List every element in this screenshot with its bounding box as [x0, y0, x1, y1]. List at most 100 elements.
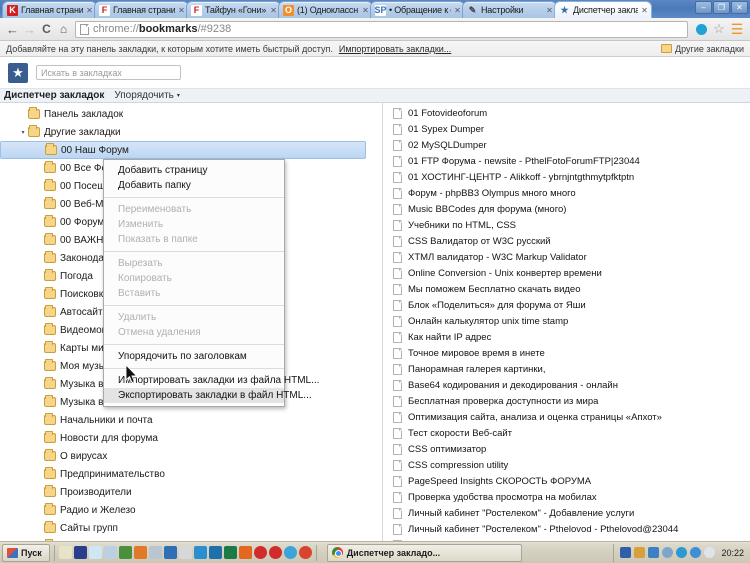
browser-tab-1[interactable]: KГлавная страни…✕: [2, 1, 97, 18]
bookmark-list-item[interactable]: Форум - phpBB3 Olympus много много: [383, 185, 750, 201]
menu-item[interactable]: Упорядочить по заголовкам: [104, 349, 284, 364]
explorer-icon[interactable]: [73, 546, 87, 559]
tab-close-icon[interactable]: ✕: [545, 6, 554, 15]
folder-tree-item[interactable]: 00 Наш Форум: [0, 141, 366, 159]
bookmark-list-item[interactable]: Бесплатная проверка доступности из мира: [383, 393, 750, 409]
bookmark-list-item[interactable]: Music BBCodes для форума (много): [383, 201, 750, 217]
bookmark-list-item[interactable]: 01 ХОСТИНГ-ЦЕНТР - Alikkoff - ybrnjntgth…: [383, 169, 750, 185]
bookmark-list-item[interactable]: CSS compression utility: [383, 457, 750, 473]
pencil-icon[interactable]: [133, 546, 147, 559]
forward-icon[interactable]: →: [21, 20, 38, 39]
chevron-down-icon[interactable]: ▾: [18, 129, 28, 136]
bookmark-list-item[interactable]: Личный кабинет "Ростелеком" - Добавление…: [383, 505, 750, 521]
browser-tab-4[interactable]: O(1) Одноклассн…✕: [278, 1, 373, 18]
bookmark-list[interactable]: 01 Fotovideoforum 01 Sypex Dumper 02 MySQL…: [383, 103, 750, 541]
browser-tab-3[interactable]: F Тайфун «Гони» ✕: [186, 1, 281, 18]
address-bar[interactable]: chrome://bookmarks/#9238: [75, 20, 688, 38]
taskbar-separator-2: [315, 544, 317, 561]
tab-close-icon[interactable]: ✕: [85, 6, 94, 15]
ie-icon[interactable]: [88, 546, 102, 559]
folder-tree-item[interactable]: Предпринимательство: [0, 465, 382, 483]
browser-tab-2[interactable]: FГлавная страни…✕: [94, 1, 189, 18]
folder-tree-item[interactable]: Сайты групп: [0, 519, 382, 537]
tab-close-icon[interactable]: ✕: [453, 6, 462, 15]
search-input[interactable]: Искать в закладках: [36, 65, 181, 80]
media-icon[interactable]: [163, 546, 177, 559]
opera-icon[interactable]: [253, 546, 267, 559]
sync-icon[interactable]: [676, 547, 688, 558]
other-bookmarks-button[interactable]: Другие закладки: [661, 44, 744, 54]
bookmark-list-item[interactable]: Online Conversion - Unix конвертер време…: [383, 265, 750, 281]
bookmark-list-item[interactable]: 02 MySQLDumper: [383, 137, 750, 153]
menu-item[interactable]: Экспортировать закладки в файл HTML...: [104, 388, 312, 403]
browser-tab-5[interactable]: SP• Обращение к с…✕: [370, 1, 465, 18]
bookmark-star-icon[interactable]: ☆: [710, 20, 728, 39]
back-icon[interactable]: ←: [4, 20, 21, 39]
globe-icon[interactable]: [193, 546, 207, 559]
bookmark-list-item[interactable]: 01 FTP Форума - newsite - PthelFotoForum…: [383, 153, 750, 169]
chrome-icon[interactable]: [298, 546, 312, 559]
bookmark-list-item[interactable]: Проверка удобства просмотра на мобилах: [383, 489, 750, 505]
home-icon[interactable]: ⌂: [55, 20, 72, 39]
chrome-menu-icon[interactable]: ☰: [728, 20, 746, 39]
quick-launch-bar[interactable]: [58, 546, 312, 559]
organize-menu-button[interactable]: Упорядочить ▾: [114, 90, 180, 101]
camera-icon[interactable]: [178, 546, 192, 559]
paint-icon[interactable]: [118, 546, 132, 559]
menu-item[interactable]: Добавить страницу: [104, 163, 284, 178]
bookmark-list-item[interactable]: ХТМЛ валидатор - W3C Markup Validator: [383, 249, 750, 265]
bookmark-list-item[interactable]: Тест скорости Веб-сайт: [383, 425, 750, 441]
bookmark-list-item[interactable]: PageSpeed Insights СКОРОСТЬ ФОРУМА: [383, 473, 750, 489]
bookmark-list-item[interactable]: Точное мировое время в инете: [383, 345, 750, 361]
bookmark-list-item[interactable]: CSS Валидатор от W3C русский: [383, 233, 750, 249]
firefox-icon[interactable]: [238, 546, 252, 559]
browser-tab-6[interactable]: ✎ Настройки ✕: [462, 1, 557, 18]
folder-tree-item[interactable]: О вирусах: [0, 447, 382, 465]
photoshop-icon[interactable]: [208, 546, 222, 559]
opera2-icon[interactable]: [268, 546, 282, 559]
reload-icon[interactable]: C: [38, 20, 55, 39]
clock-sync-icon[interactable]: [704, 547, 716, 558]
folder-tree-item[interactable]: Радио и Железо: [0, 501, 382, 519]
bookmark-list-item[interactable]: Мы поможем Бесплатно скачать видео: [383, 281, 750, 297]
folder-tree-item[interactable]: Панель закладок: [0, 105, 382, 123]
tab-close-icon[interactable]: ✕: [269, 6, 278, 15]
excel-icon[interactable]: [223, 546, 237, 559]
bookmark-list-item[interactable]: Как найти IP адрес: [383, 329, 750, 345]
bookmark-list-item[interactable]: Base64 кодирования и декодирования - онл…: [383, 377, 750, 393]
tab-close-icon[interactable]: ✕: [640, 6, 649, 15]
update-icon[interactable]: [690, 547, 702, 558]
browser-icon[interactable]: [283, 546, 297, 559]
import-bookmarks-link[interactable]: Импортировать закладки...: [339, 44, 451, 54]
folder-tree-item[interactable]: Новости для форума: [0, 429, 382, 447]
bookmark-list-item[interactable]: 01 Sypex Dumper: [383, 121, 750, 137]
taskbar-item-bookmark-manager[interactable]: Диспетчер закладо...: [326, 543, 522, 562]
bookmark-list-item[interactable]: Панорамная галерея картинки,: [383, 361, 750, 377]
notepad-icon[interactable]: [58, 546, 72, 559]
browser-tab-7[interactable]: ★ Диспетчер закла…✕: [554, 1, 652, 18]
start-button[interactable]: Пуск: [2, 543, 50, 562]
bookmark-list-item[interactable]: Оптимизация сайта, анализа и оценка стра…: [383, 409, 750, 425]
folder-tree-item[interactable]: Производители: [0, 483, 382, 501]
photo-icon[interactable]: [103, 546, 117, 559]
maximize-button[interactable]: ❐: [713, 1, 730, 14]
tab-close-icon[interactable]: ✕: [361, 6, 370, 15]
bookmark-list-item[interactable]: Личный кабинет "Ростелеком" - Pthelovod …: [383, 521, 750, 537]
tab-close-icon[interactable]: ✕: [177, 6, 186, 15]
bookmark-list-item[interactable]: Блок «Поделиться» для форума от Яши: [383, 297, 750, 313]
bookmark-list-item[interactable]: Учебники по HTML, CSS: [383, 217, 750, 233]
bookmark-list-item[interactable]: 01 Fotovideoforum: [383, 105, 750, 121]
volume-icon[interactable]: [648, 547, 660, 558]
mail-icon[interactable]: [148, 546, 162, 559]
minimize-button[interactable]: –: [695, 1, 712, 14]
network-icon[interactable]: [620, 547, 632, 558]
extension-circle-icon[interactable]: [692, 20, 710, 39]
folder-tree-item[interactable]: Начальники и почта: [0, 411, 382, 429]
bookmark-list-item[interactable]: CSS оптимизатор: [383, 441, 750, 457]
folder-tree-item[interactable]: ▾ Другие закладки: [0, 123, 382, 141]
bookmark-list-item[interactable]: Онлайн калькулятор unix time stamp: [383, 313, 750, 329]
shield-icon[interactable]: [662, 547, 674, 558]
close-window-button[interactable]: ✕: [731, 1, 748, 14]
security-icon[interactable]: [634, 547, 646, 558]
menu-item[interactable]: Добавить папку: [104, 178, 284, 193]
